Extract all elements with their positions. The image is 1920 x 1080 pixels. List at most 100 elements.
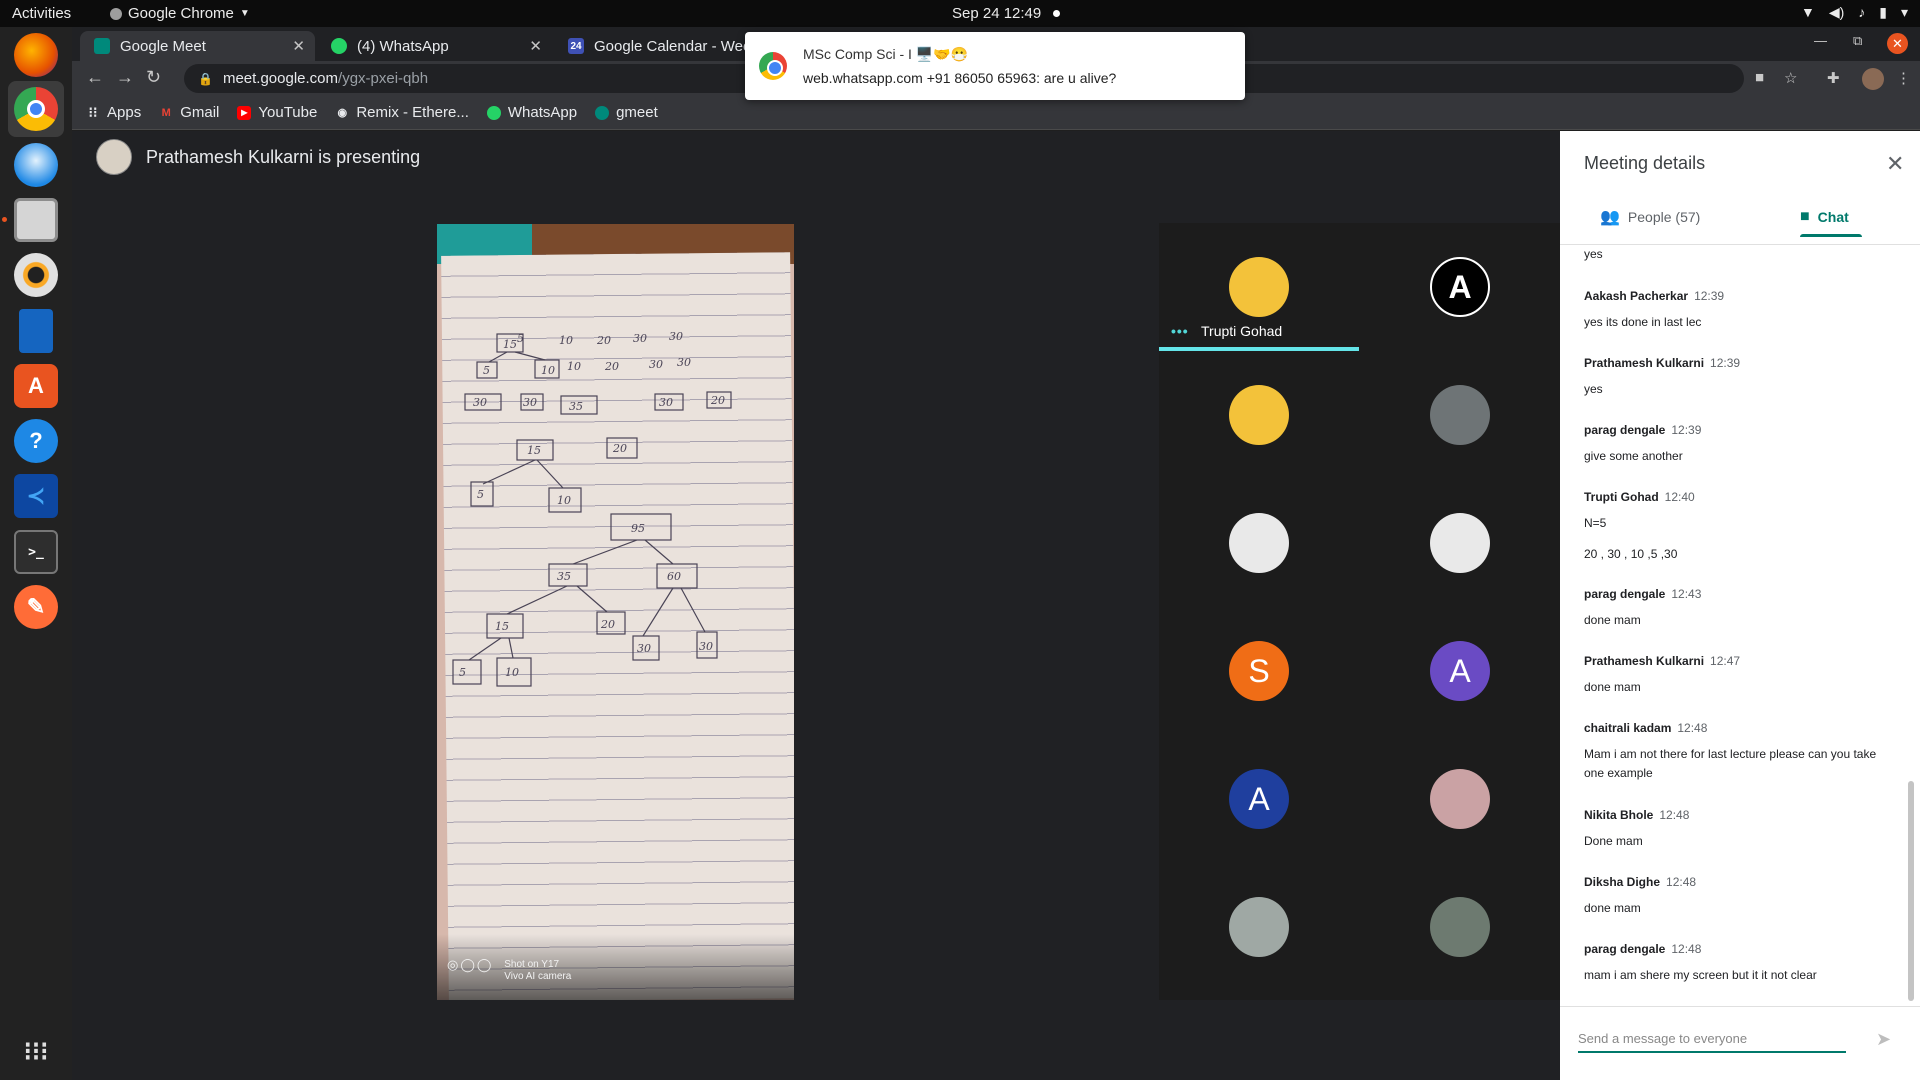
app-menu[interactable]: Google Chrome ▼ <box>110 5 250 22</box>
bookmark-gmail[interactable]: M Gmail <box>159 104 220 121</box>
hw-text: 35 <box>557 570 571 583</box>
message-time: 12:48 <box>1671 942 1702 956</box>
chrome-menu-icon[interactable]: ⋮ <box>1896 69 1911 87</box>
participant-tile[interactable] <box>1159 351 1359 479</box>
bookmark-remix[interactable]: ◉ Remix - Ethere... <box>335 104 469 121</box>
bookmark-gmeet[interactable]: gmeet <box>595 104 658 121</box>
presenter-avatar <box>96 139 132 175</box>
participant-tile[interactable]: ••• Trupti Gohad <box>1159 223 1359 351</box>
clock[interactable]: Sep 24 12:49 <box>952 5 1041 22</box>
restore-button[interactable]: ⧉ <box>1853 33 1862 49</box>
activities-button[interactable]: Activities <box>12 5 71 22</box>
forward-arrow-icon[interactable]: → <box>116 67 134 88</box>
dock-help[interactable]: ? <box>8 413 64 469</box>
profile-avatar[interactable] <box>1862 68 1884 90</box>
dock-firefox[interactable] <box>8 27 64 83</box>
window-close-button[interactable]: ✕ <box>1887 33 1908 54</box>
tab-google-meet[interactable]: Google Meet ✕ <box>80 31 315 61</box>
participant-tile[interactable]: A <box>1360 607 1560 735</box>
running-indicator <box>2 217 7 222</box>
participant-tile[interactable]: A <box>1159 735 1359 863</box>
participant-tile[interactable] <box>1360 863 1560 991</box>
panel-title: Meeting details <box>1584 153 1706 173</box>
message-sender: parag dengale <box>1584 942 1666 956</box>
dock-show-applications[interactable]: ⁝⁝⁝ <box>8 1023 64 1079</box>
chat-message: yes <box>1584 245 1884 264</box>
send-icon[interactable]: ➤ <box>1876 1029 1891 1050</box>
extensions-puzzle-icon[interactable]: ✚ <box>1827 69 1840 87</box>
message-sender: parag dengale <box>1584 587 1666 601</box>
whatsapp-favicon-icon <box>331 38 347 54</box>
dock-vscode[interactable]: ≺ <box>8 468 64 524</box>
camera-blocked-icon[interactable]: ■ <box>1755 69 1764 86</box>
hw-box <box>452 659 482 685</box>
dock-files[interactable] <box>8 192 64 248</box>
back-arrow-icon[interactable]: ← <box>86 67 104 88</box>
tab-chat[interactable]: ■ Chat <box>1800 197 1862 237</box>
speaking-indicator-icon: ••• <box>1171 323 1189 339</box>
participant-avatar <box>1430 769 1490 829</box>
close-icon[interactable]: ✕ <box>529 37 542 55</box>
participant-tile[interactable]: A <box>1360 223 1560 351</box>
message-time: 12:48 <box>1677 721 1708 735</box>
whatsapp-icon <box>486 105 501 120</box>
participant-avatar <box>1430 513 1490 573</box>
participant-tile[interactable] <box>1360 351 1560 479</box>
chat-scrollbar[interactable] <box>1908 781 1914 1001</box>
close-icon[interactable]: ✕ <box>1886 151 1904 177</box>
message-text: yes <box>1584 247 1603 261</box>
message-text: done mam <box>1584 613 1641 627</box>
participant-tile[interactable]: S <box>1159 607 1359 735</box>
chat-messages[interactable]: yes Aakash Pacherkar 12:39 yes its done in … <box>1560 245 1920 985</box>
bookmark-label: Gmail <box>180 104 220 121</box>
message-sender: chaitrali kadam <box>1584 721 1672 735</box>
bookmark-label: gmeet <box>616 104 658 121</box>
participant-tile[interactable] <box>1159 479 1359 607</box>
tab-people[interactable]: 👥 People (57) <box>1600 197 1700 237</box>
whatsapp-notification[interactable]: MSc Comp Sci - I 🖥️🤝😷 web.whatsapp.com +… <box>745 32 1245 100</box>
chat-message: Diksha Dighe 12:48 done mam <box>1584 873 1884 918</box>
message-time: 12:48 <box>1666 875 1697 889</box>
chat-message-input[interactable] <box>1578 1025 1846 1053</box>
lock-icon[interactable]: 🔒 <box>198 72 213 86</box>
reload-icon[interactable]: ↻ <box>146 67 161 88</box>
hw-text: 5 <box>483 364 490 377</box>
bookmarks-bar: ⁝⁝ Apps M Gmail ▶ YouTube ◉ Remix - Ethe… <box>72 96 1920 130</box>
bookmark-whatsapp[interactable]: WhatsApp <box>486 104 577 121</box>
participant-tile[interactable] <box>1360 735 1560 863</box>
dock-chrome[interactable] <box>8 81 64 137</box>
participant-tile[interactable] <box>1360 479 1560 607</box>
minimize-button[interactable]: — <box>1814 33 1827 48</box>
bookmark-youtube[interactable]: ▶ YouTube <box>237 104 317 121</box>
hw-text: 20 <box>596 334 611 347</box>
dock-thunderbird[interactable] <box>8 137 64 193</box>
hw-text: 30 <box>637 642 651 655</box>
bookmark-apps[interactable]: ⁝⁝ Apps <box>86 104 142 121</box>
presentation-stage[interactable]: 5 10 20 30 30 15 10 20 30 30 5 10 30 30 … <box>437 224 794 1000</box>
watermark-line2: Vivo AI camera <box>504 971 572 982</box>
dock-libreoffice-writer[interactable] <box>8 303 64 359</box>
thunderbird-icon <box>14 143 58 187</box>
participant-avatar: A <box>1229 769 1289 829</box>
bookmark-label: YouTube <box>258 104 318 121</box>
message-sender: Prathamesh Kulkarni <box>1584 654 1705 668</box>
dock-postman[interactable]: ✎ <box>8 579 64 635</box>
postman-icon: ✎ <box>14 585 58 629</box>
system-status-area[interactable]: ▼ ◀) ♪ ▮ ▾ <box>1801 4 1908 21</box>
system-top-bar: Activities Google Chrome ▼ Sep 24 12:49 … <box>0 0 1920 27</box>
tab-whatsapp[interactable]: (4) WhatsApp ✕ <box>317 31 552 61</box>
calendar-favicon-icon: 24 <box>568 38 584 54</box>
bookmark-star-icon[interactable]: ☆ <box>1784 69 1797 87</box>
participant-tile[interactable] <box>1159 863 1359 991</box>
message-time: 12:39 <box>1694 289 1725 303</box>
tab-label: (4) WhatsApp <box>357 37 449 55</box>
close-icon[interactable]: ✕ <box>292 37 305 55</box>
dock-software[interactable]: A <box>8 358 64 414</box>
tab-google-calendar[interactable]: 24 Google Calendar - Wee <box>554 31 754 61</box>
apps-grid-icon: ⁝⁝⁝ <box>23 1035 49 1066</box>
dock-terminal[interactable]: >_ <box>8 524 64 580</box>
dock-rhythmbox[interactable] <box>8 247 64 303</box>
url-host: meet.google.com <box>222 70 339 87</box>
participant-avatar <box>1430 385 1490 445</box>
watermark-line1: Shot on Y17 <box>504 959 560 970</box>
